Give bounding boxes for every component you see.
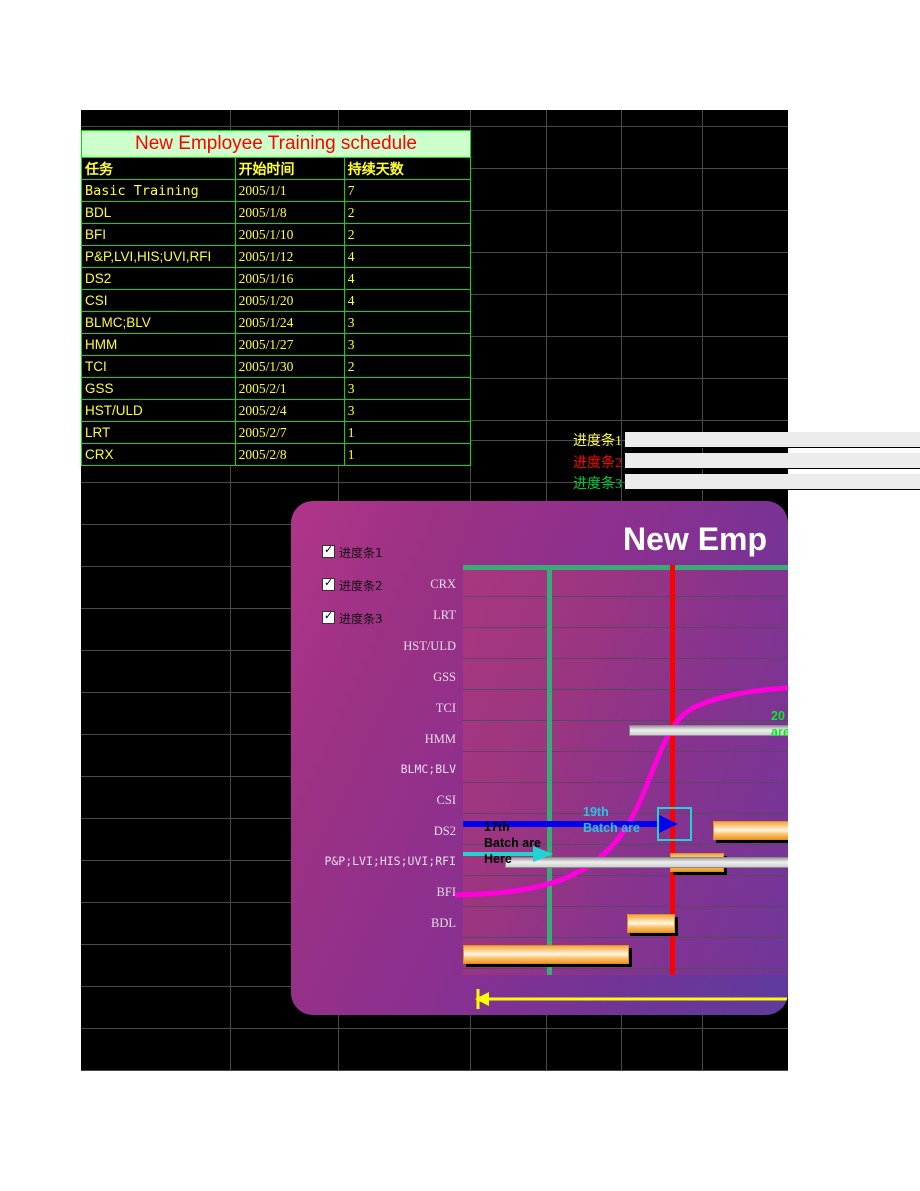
cell-task: BFI: [81, 223, 236, 246]
cell-task: CSI: [81, 289, 236, 312]
axis-label-bfi: BFI: [436, 885, 456, 899]
training-schedule-table: New Employee Training schedule 任务 开始时间 持…: [81, 130, 472, 466]
cell-task: HST/ULD: [81, 399, 236, 422]
axis-label-crx: CRX: [430, 577, 456, 591]
table-row: CRX 2005/2/8 1: [81, 443, 472, 466]
progress-legend-row: 进度条3: [470, 473, 622, 492]
checkbox-row-progress-1[interactable]: 进度条1: [322, 543, 383, 561]
table-row: Basic Training 2005/1/1 7: [81, 179, 472, 202]
cell-start: 2005/2/1: [234, 377, 345, 400]
axis-label-csi: CSI: [436, 793, 456, 807]
checkbox-icon[interactable]: [322, 543, 335, 558]
grid-row-line: [81, 1070, 788, 1071]
cell-task: GSS: [81, 377, 236, 400]
cell-start: 2005/1/10: [234, 223, 345, 246]
cell-days: 7: [343, 179, 472, 202]
progress-bar-track-3[interactable]: [625, 474, 920, 489]
cell-days: 4: [343, 245, 472, 268]
cell-start: 2005/1/27: [234, 333, 345, 356]
annotation-20th-batch: 20 are: [771, 709, 788, 739]
cell-task: DS2: [81, 267, 236, 290]
cell-start: 2005/1/30: [234, 355, 345, 378]
cell-task: CRX: [81, 443, 236, 466]
checkbox-icon[interactable]: [322, 576, 335, 591]
cell-start: 2005/1/1: [234, 179, 345, 202]
progress-legend-label-3: 进度条3: [573, 477, 622, 492]
cell-task: P&P,LVI,HIS;UVI,RFI: [81, 245, 236, 268]
grid-row-line: [81, 126, 788, 127]
table-row: BFI 2005/1/10 2: [81, 223, 472, 246]
axis-label-bdl: BDL: [431, 916, 456, 930]
chart-plot-area: [454, 565, 788, 975]
cell-task: HMM: [81, 333, 236, 356]
cell-start: 2005/1/16: [234, 267, 345, 290]
cell-days: 3: [343, 377, 472, 400]
cell-start: 2005/1/20: [234, 289, 345, 312]
cell-days: 1: [343, 421, 472, 444]
axis-label-hmm: HMM: [424, 732, 456, 746]
axis-label-tci: TCI: [435, 701, 456, 715]
cell-task: LRT: [81, 421, 236, 444]
annotation-17th-batch: 17th Batch are Here: [484, 820, 541, 866]
cell-days: 3: [343, 311, 472, 334]
progress-legend-row: 进度条1: [470, 430, 622, 449]
table-row: LRT 2005/2/7 1: [81, 421, 472, 444]
cell-task: Basic Training: [81, 179, 236, 202]
progress-bar-track-1[interactable]: [625, 432, 920, 447]
cell-task: TCI: [81, 355, 236, 378]
table-row: HMM 2005/1/27 3: [81, 333, 472, 356]
cell-days: 3: [343, 399, 472, 422]
column-header-task: 任务: [81, 157, 236, 180]
axis-label-pp-lvi-his-uvi-rfi: P&P;LVI;HIS;UVI;RFI: [324, 854, 456, 868]
timeline-span-arrow: [475, 989, 788, 1009]
cell-start: 2005/2/4: [234, 399, 345, 422]
table-row: HST/ULD 2005/2/4 3: [81, 399, 472, 422]
axis-label-blmc-blv: BLMC;BLV: [400, 762, 456, 776]
grid-row-line: [81, 1028, 788, 1029]
axis-label-lrt: LRT: [433, 608, 456, 622]
progress-legend-label-1: 进度条1: [573, 434, 622, 449]
cell-start: 2005/2/7: [234, 421, 345, 444]
checkbox-icon[interactable]: [322, 609, 335, 624]
cell-days: 4: [343, 289, 472, 312]
cell-start: 2005/1/24: [234, 311, 345, 334]
table-row: TCI 2005/1/30 2: [81, 355, 472, 378]
annotation-19th-batch: 19th Batch are: [583, 805, 640, 835]
cell-days: 3: [343, 333, 472, 356]
table-row: DS2 2005/1/16 4: [81, 267, 472, 290]
gantt-chart-panel: New Emp 进度条1 进度条2 进度条3 CRX LRT HST/ULD G…: [291, 501, 788, 1015]
table-row: P&P,LVI,HIS;UVI,RFI 2005/1/12 4: [81, 245, 472, 268]
column-header-start: 开始时间: [234, 157, 345, 180]
table-row: CSI 2005/1/20 4: [81, 289, 472, 312]
schedule-title-row: New Employee Training schedule: [81, 130, 471, 158]
checkbox-label: 进度条1: [339, 546, 383, 560]
axis-label-gss: GSS: [433, 670, 456, 684]
cell-start: 2005/1/8: [234, 201, 345, 224]
table-row: BLMC;BLV 2005/1/24 3: [81, 311, 472, 334]
cell-days: 4: [343, 267, 472, 290]
progress-legend-label-2: 进度条2: [573, 456, 622, 471]
axis-label-hst-uld: HST/ULD: [403, 639, 456, 653]
cell-days: 1: [343, 443, 472, 466]
table-row: GSS 2005/2/1 3: [81, 377, 472, 400]
column-header-days: 持续天数: [343, 157, 472, 180]
progress-legend-row: 进度条2: [470, 452, 622, 471]
page-title: New Employee Training schedule: [81, 130, 471, 158]
cell-days: 2: [343, 223, 472, 246]
table-header-row: 任务 开始时间 持续天数: [81, 157, 472, 180]
table-row: BDL 2005/1/8 2: [81, 201, 472, 224]
progress-bar-track-2[interactable]: [625, 453, 920, 468]
cell-start: 2005/2/8: [234, 443, 345, 466]
cell-task: BLMC;BLV: [81, 311, 236, 334]
annotation-arrows: [463, 807, 692, 862]
cell-days: 2: [343, 201, 472, 224]
cell-task: BDL: [81, 201, 236, 224]
cell-days: 2: [343, 355, 472, 378]
axis-label-ds2: DS2: [433, 824, 456, 838]
cell-start: 2005/1/12: [234, 245, 345, 268]
chart-title: New Emp: [623, 521, 768, 557]
